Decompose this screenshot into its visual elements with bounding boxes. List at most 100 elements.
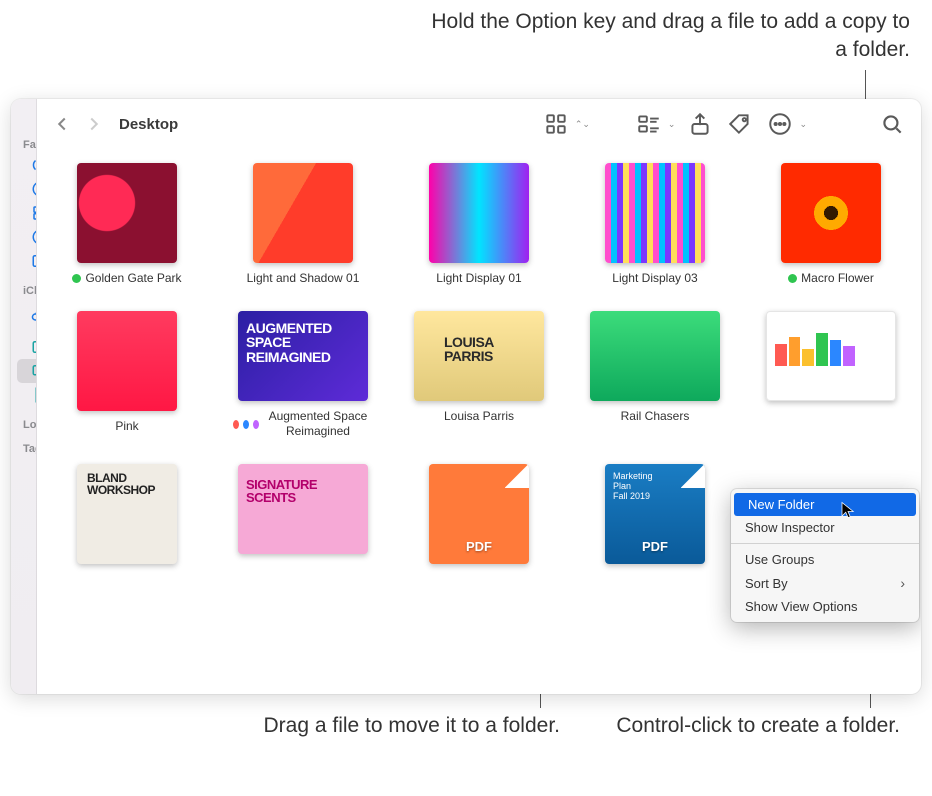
file-item[interactable]: BLANDWORKSHOP [57,464,197,564]
thumb-text: LOUISAPARRIS [444,335,494,363]
thumb-text: MarketingPlanFall 2019 [613,472,653,502]
context-menu-show-view-options[interactable]: Show View Options [731,595,919,618]
file-item[interactable]: LOUISAPARRIS Louisa Parris [409,311,549,440]
file-label: Light Display 01 [436,271,521,287]
icon-view-icon [541,111,571,137]
callout-bottom-left: Drag a file to move it to a folder. [260,712,560,740]
tags-button[interactable] [725,111,755,137]
sidebar-item-airdrop[interactable]: AirDrop [17,153,37,177]
menu-item-label: Use Groups [745,552,814,567]
thumbnail [77,311,177,411]
back-button[interactable] [51,113,73,135]
mini-chart-icon [775,330,855,366]
group-icon [634,111,664,137]
file-item[interactable]: MarketingPlanFall 2019 PDF [585,464,725,564]
context-menu-sort-by[interactable]: Sort By› [731,571,919,595]
file-item[interactable]: Golden Gate Park [57,163,197,287]
sidebar-item-applications[interactable]: Applications [17,201,37,225]
finder-window: Favorites AirDrop Recents Applications D… [11,99,921,694]
tag-dot-icon [243,420,249,429]
toolbar: Desktop ⌃⌄ ⌄ ⌄ [37,99,921,149]
thumb-text: SIGNATURESCENTS [246,478,317,505]
view-switcher[interactable]: ⌃⌄ [541,111,590,137]
thumb-text: AUGMENTEDSPACEREIMAGINED [246,321,332,365]
sidebar-item-documents[interactable]: Documents [17,383,37,407]
sidebar-section-favorites: Favorites [11,135,36,153]
file-item[interactable]: Light Display 03 [585,163,725,287]
more-button[interactable]: ⌄ [765,111,807,137]
file-label: Rail Chasers [621,409,690,425]
thumbnail [781,163,881,263]
file-label: Golden Gate Park [85,271,181,287]
sidebar-item-recents[interactable]: Recents [17,177,37,201]
sidebar-item-pink[interactable]: Pink [17,249,37,273]
file-item[interactable]: Macro Flower [761,163,901,287]
context-menu-new-folder[interactable]: New Folder [734,493,916,516]
file-item[interactable]: SIGNATURESCENTS [233,464,373,564]
chevron-updown-icon: ⌃⌄ [575,119,590,130]
sidebar-tag-garden[interactable]: Garden [17,520,37,541]
tag-dot-icon [72,274,81,283]
thumbnail: SIGNATURESCENTS [238,464,368,554]
menu-separator [731,543,919,544]
pdf-badge: PDF [466,539,492,554]
file-label: Light Display 03 [612,271,697,287]
thumbnail: PDF [429,464,529,564]
thumbnail [605,163,705,263]
thumbnail [429,163,529,263]
callout-top: Hold the Option key and drag a file to a… [420,8,910,65]
menu-item-label: Show Inspector [745,520,835,535]
callout-bottom-right: Control-click to create a folder. [600,712,900,740]
sidebar-section-tags: Tags [11,439,36,457]
file-item[interactable] [761,311,901,440]
file-label: Louisa Parris [444,409,514,425]
file-label: Pink [115,419,138,435]
thumb-text: BLANDWORKSHOP [87,472,155,496]
sidebar-section-locations: Locations [11,415,36,433]
thumbnail [766,311,896,401]
menu-item-label: Show View Options [745,599,858,614]
share-button[interactable] [685,111,715,137]
menu-item-label: Sort By [745,576,788,591]
file-item[interactable]: Light Display 01 [409,163,549,287]
context-menu-show-inspector[interactable]: Show Inspector [731,516,919,539]
sidebar-item-desktop[interactable]: Desktop [17,359,37,383]
context-menu-use-groups[interactable]: Use Groups [731,548,919,571]
tag-dot-icon [253,420,259,429]
thumbnail: MarketingPlanFall 2019 PDF [605,464,705,564]
sidebar-section-icloud: iCloud [11,281,36,299]
thumbnail: LOUISAPARRIS [414,311,544,401]
thumbnail: AUGMENTEDSPACEREIMAGINED [238,311,368,401]
sidebar-tag-urgent[interactable]: Urgent [17,457,37,478]
file-item[interactable]: Light and Shadow 01 [233,163,373,287]
sidebar-tag-vacation[interactable]: Vacation [17,478,37,499]
page-fold-icon [505,464,529,488]
file-item[interactable]: Rail Chasers [585,311,725,440]
search-button[interactable] [877,111,907,137]
thumbnail [77,163,177,263]
thumbnail [253,163,353,263]
window-title: Desktop [119,116,178,133]
chevron-down-icon: ⌄ [799,119,807,130]
page-fold-icon [681,464,705,488]
file-item[interactable]: Pink [57,311,197,440]
sidebar: Favorites AirDrop Recents Applications D… [11,99,37,694]
file-item[interactable]: AUGMENTEDSPACEREIMAGINED Augmented Space… [233,311,373,440]
pdf-badge: PDF [642,539,668,554]
file-item[interactable]: PDF [409,464,549,564]
thumbnail: BLANDWORKSHOP [77,464,177,564]
sidebar-item-icloud-drive[interactable]: iCloud Drive [17,299,37,335]
traffic-lights [11,107,36,135]
chevron-down-icon: ⌄ [668,119,676,130]
tag-dot-icon [788,274,797,283]
more-icon [765,111,795,137]
sidebar-tag-work[interactable]: Work [17,499,37,520]
sidebar-item-downloads[interactable]: Downloads [17,225,37,249]
file-label: Light and Shadow 01 [247,271,360,287]
sidebar-tag-weekend[interactable]: Weekend [17,541,37,562]
forward-button[interactable] [83,113,105,135]
file-label: Macro Flower [801,271,874,287]
group-button[interactable]: ⌄ [634,111,676,137]
sidebar-item-shared[interactable]: Shared [17,335,37,359]
tag-dot-icon [233,420,239,429]
